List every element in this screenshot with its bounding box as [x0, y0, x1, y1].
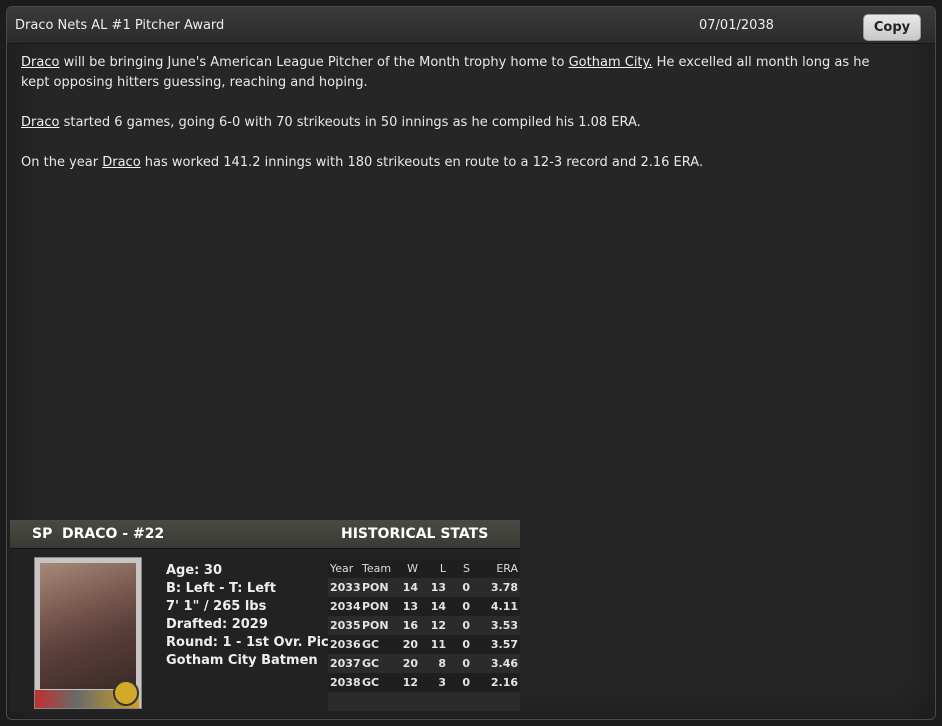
- col-s: S: [463, 562, 470, 575]
- team-link[interactable]: Gotham City.: [569, 55, 653, 70]
- table-row-empty: [328, 692, 520, 711]
- bio-size: 7' 1" / 265 lbs: [166, 599, 267, 614]
- table-row: 2033 PON 14 13 0 3.78: [328, 578, 520, 597]
- player-link[interactable]: Draco: [102, 155, 140, 170]
- player-link[interactable]: Draco: [21, 115, 59, 130]
- article-title: Draco Nets AL #1 Pitcher Award: [15, 18, 225, 33]
- player-photo[interactable]: [34, 557, 142, 709]
- table-row: 2036 GC 20 11 0 3.57: [330, 638, 518, 651]
- player-portrait-image: [40, 563, 136, 689]
- table-row: 2038 GC 12 3 0 2.16: [330, 676, 518, 689]
- article-date: 07/01/2038: [699, 18, 774, 33]
- table-row: 2034 PON 13 14 0 4.11: [330, 600, 518, 613]
- col-era: ERA: [496, 562, 518, 575]
- table-row: 2037 GC 20 8 0 3.46: [328, 654, 520, 673]
- article-paragraph-3: On the year Draco has worked 141.2 innin…: [21, 155, 704, 170]
- col-w: W: [407, 562, 418, 575]
- article-body: Draco will be bringing June's American L…: [21, 53, 901, 193]
- historical-stats-table: Year Team W L S ERA 2033 PON 14 13 0 3.7…: [328, 559, 520, 711]
- player-card-header: SP DRACO - #22 HISTORICAL STATS: [10, 520, 520, 549]
- article-header: Draco Nets AL #1 Pitcher Award 07/01/203…: [7, 7, 935, 44]
- article-paragraph-1: Draco will be bringing June's American L…: [21, 55, 870, 90]
- bio-age: Age: 30: [166, 563, 222, 578]
- player-position: SP: [32, 526, 53, 542]
- bio-bats-throws: B: Left - T: Left: [166, 581, 276, 596]
- article-paragraph-2: Draco started 6 games, going 6-0 with 70…: [21, 115, 641, 130]
- player-link[interactable]: Draco: [21, 55, 59, 70]
- bio-round: Round: 1 - 1st Ovr. Pick: [166, 635, 338, 650]
- stats-header-row: Year Team W L S ERA: [328, 559, 520, 578]
- bio-drafted: Drafted: 2029: [166, 617, 268, 632]
- player-name[interactable]: DRACO - #22: [62, 526, 164, 542]
- player-bio: Age: 30 B: Left - T: Left 7' 1" / 265 lb…: [166, 562, 337, 670]
- table-row: 2035 PON 16 12 0 3.53: [328, 616, 520, 635]
- historical-stats-title: HISTORICAL STATS: [341, 526, 489, 542]
- col-year: Year: [330, 562, 354, 575]
- team-badge-icon: [113, 680, 139, 706]
- copy-button[interactable]: Copy: [863, 14, 921, 41]
- player-card: SP DRACO - #22 HISTORICAL STATS Age: 30 …: [10, 520, 520, 712]
- col-team: Team: [362, 562, 392, 575]
- news-article-window: Draco Nets AL #1 Pitcher Award 07/01/203…: [6, 6, 936, 720]
- bio-team[interactable]: Gotham City Batmen: [166, 652, 337, 670]
- col-l: L: [439, 562, 446, 575]
